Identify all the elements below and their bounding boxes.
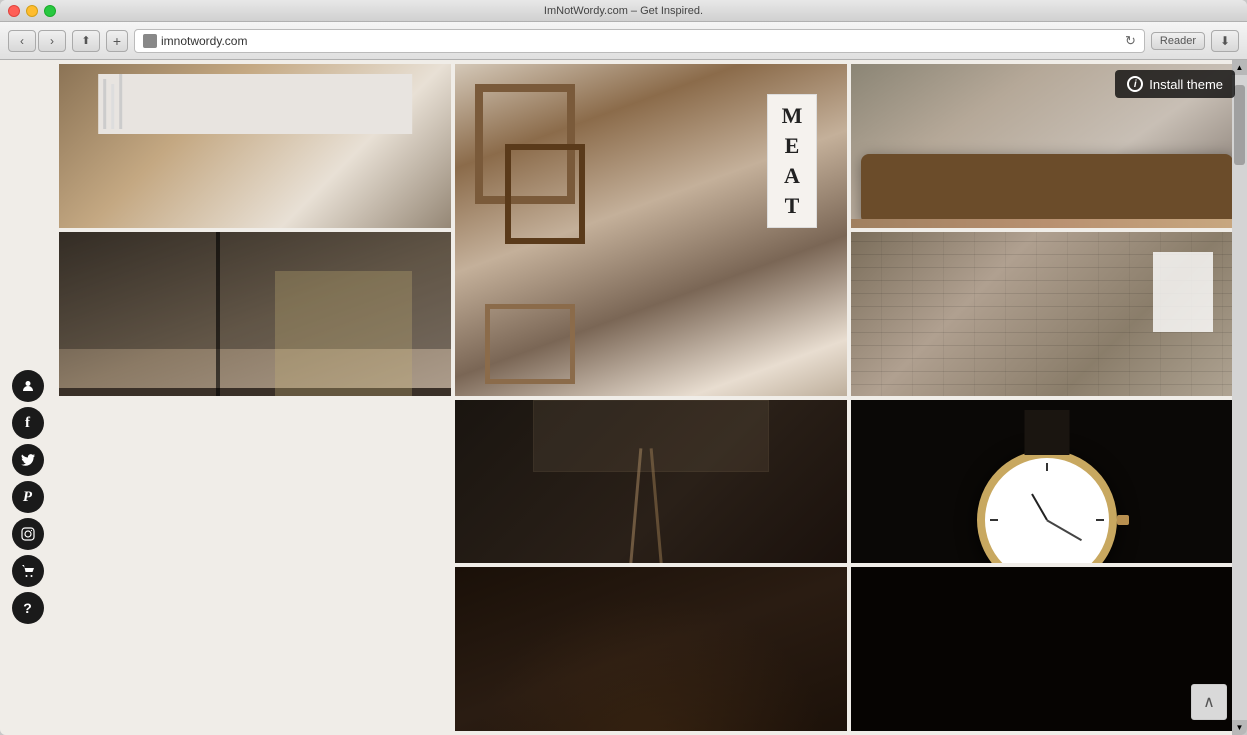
- help-icon[interactable]: ?: [12, 592, 44, 624]
- minimize-button[interactable]: [26, 5, 38, 17]
- maximize-button[interactable]: [44, 5, 56, 17]
- back-button[interactable]: ‹: [8, 30, 36, 52]
- title-bar: ImNotWordy.com – Get Inspired.: [0, 0, 1247, 22]
- scroll-thumb[interactable]: [1234, 85, 1245, 165]
- window-title: ImNotWordy.com – Get Inspired.: [544, 5, 703, 17]
- grid-item-loft[interactable]: [851, 232, 1243, 396]
- traffic-lights: [8, 5, 56, 17]
- url-text: imnotwordy.com: [161, 34, 1117, 48]
- favicon: [143, 34, 157, 48]
- install-icon: i: [1127, 76, 1143, 92]
- scroll-down-button[interactable]: ▼: [1232, 720, 1247, 735]
- grid-item-dark-painting[interactable]: [851, 567, 1243, 731]
- watch-image: [851, 400, 1243, 564]
- painting-image: [455, 567, 847, 731]
- reload-button[interactable]: ↻: [1125, 33, 1136, 49]
- browser-toolbar: ‹ › ⬆ + imnotwordy.com ↻ Reader ⬇: [0, 22, 1247, 60]
- share-button[interactable]: ⬆: [72, 30, 100, 52]
- pinterest-icon[interactable]: P: [12, 481, 44, 513]
- image-grid: i Install theme: [55, 60, 1247, 735]
- instagram-icon[interactable]: [12, 518, 44, 550]
- grid-item-painting[interactable]: [455, 567, 847, 731]
- close-button[interactable]: [8, 5, 20, 17]
- download-button[interactable]: ⬇: [1211, 30, 1239, 52]
- facebook-icon[interactable]: f: [12, 407, 44, 439]
- back-to-top-button[interactable]: ∧: [1191, 684, 1227, 720]
- meat-image: MEAT: [455, 64, 847, 396]
- nav-buttons: ‹ ›: [8, 30, 66, 52]
- chevron-up-icon: ∧: [1203, 692, 1215, 712]
- court-image: [59, 232, 451, 396]
- reader-button[interactable]: Reader: [1151, 32, 1205, 50]
- browser-window: ImNotWordy.com – Get Inspired. ‹ › ⬆ + i…: [0, 0, 1247, 735]
- forward-button[interactable]: ›: [38, 30, 66, 52]
- wardrobe-image: [59, 64, 451, 228]
- social-sidebar: f P ?: [0, 60, 55, 735]
- loft-image: [851, 232, 1243, 396]
- person-icon[interactable]: [12, 370, 44, 402]
- twitter-icon[interactable]: [12, 444, 44, 476]
- dark-painting-image: [851, 567, 1243, 731]
- install-theme-button[interactable]: i Install theme: [1115, 70, 1235, 98]
- grid-item-gallery[interactable]: [455, 400, 847, 564]
- cart-icon[interactable]: [12, 555, 44, 587]
- gallery-image: [455, 400, 847, 564]
- grid-item-meat[interactable]: MEAT: [455, 64, 847, 396]
- scrollbar[interactable]: ▲ ▼: [1232, 60, 1247, 735]
- scroll-track[interactable]: [1232, 75, 1247, 720]
- main-content: f P ?: [0, 60, 1247, 735]
- install-theme-label: Install theme: [1149, 77, 1223, 92]
- grid-item-watch[interactable]: [851, 400, 1243, 564]
- address-bar[interactable]: imnotwordy.com ↻: [134, 29, 1145, 53]
- grid-item-wardrobe[interactable]: [59, 64, 451, 228]
- add-tab-button[interactable]: +: [106, 30, 128, 52]
- grid-item-court[interactable]: [59, 232, 451, 396]
